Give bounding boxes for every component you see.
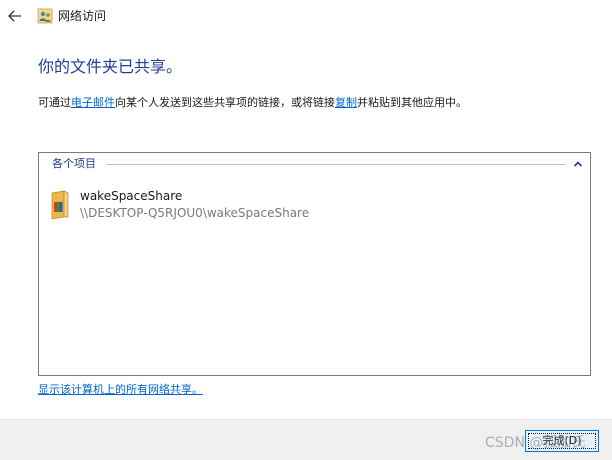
- back-arrow-icon: [8, 10, 21, 22]
- title-bar: 网络访问: [0, 0, 612, 32]
- chevron-up-icon[interactable]: [572, 158, 584, 170]
- network-access-window: 网络访问 你的文件夹已共享。 可通过电子邮件向某个人发送到这些共享项的链接，或将…: [0, 0, 612, 460]
- back-button[interactable]: [6, 7, 24, 25]
- group-header: 各个项目: [39, 153, 590, 175]
- desc-text-3: 并粘贴到其他应用中。: [357, 96, 467, 109]
- share-description: 可通过电子邮件向某个人发送到这些共享项的链接，或将链接复制并粘贴到其他应用中。: [38, 96, 467, 110]
- window-title: 网络访问: [58, 9, 107, 23]
- group-divider: [106, 164, 566, 165]
- list-item[interactable]: wakeSpaceShare \\DESKTOP-Q5RJOU0\wakeSpa…: [47, 187, 347, 227]
- show-all-shares-link[interactable]: 显示该计算机上的所有网络共享。: [38, 383, 203, 397]
- shared-items-list: 各个项目 wakeSpaceShare \\DESKTOP-Q5RJOU0\wa…: [38, 152, 591, 376]
- email-link[interactable]: 电子邮件: [71, 96, 115, 109]
- shared-folder-icon: [51, 190, 69, 220]
- focus-rect: [528, 433, 596, 449]
- group-label: 各个项目: [52, 157, 96, 170]
- desc-text-1: 可通过: [38, 96, 71, 109]
- network-users-icon: [37, 8, 53, 24]
- desc-text-2: 向某个人发送到这些共享项的链接，或将链接: [115, 96, 335, 109]
- footer-bar: 完成(D): [0, 419, 612, 460]
- page-heading: 你的文件夹已共享。: [38, 57, 183, 76]
- copy-link[interactable]: 复制: [335, 96, 357, 109]
- share-name: wakeSpaceShare: [80, 189, 183, 203]
- done-button[interactable]: 完成(D): [525, 430, 599, 452]
- share-path: \\DESKTOP-Q5RJOU0\wakeSpaceShare: [80, 206, 310, 220]
